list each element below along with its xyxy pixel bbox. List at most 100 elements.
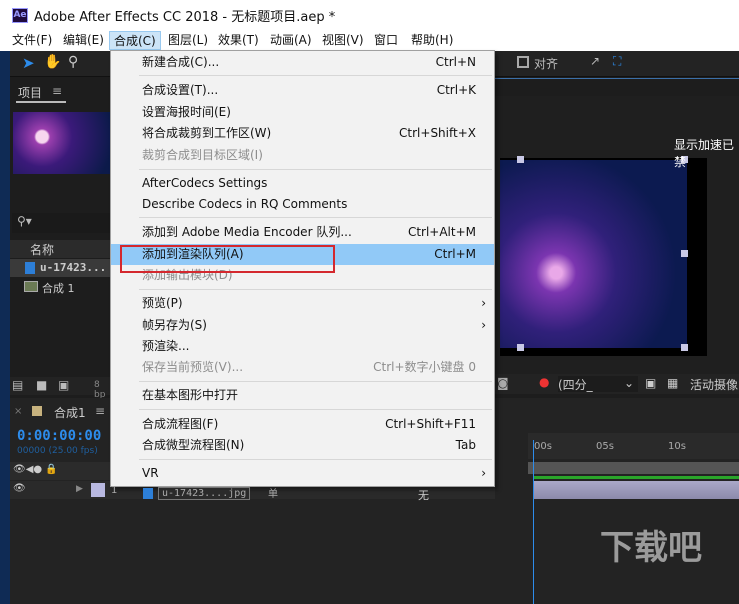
- menu-item-set-poster-time[interactable]: 设置海报时间(E): [111, 102, 494, 123]
- submenu-arrow-icon: ›: [481, 318, 486, 332]
- ruler-tick-label: 05s: [596, 441, 614, 452]
- zoom-tool-icon[interactable]: ⚲: [68, 54, 78, 70]
- eye-icon[interactable]: 👁: [13, 483, 26, 494]
- layer-duration-bar[interactable]: [533, 481, 739, 499]
- title-bar: Ae Adobe After Effects CC 2018 - 无标题项目.a…: [0, 0, 739, 29]
- bit-depth[interactable]: 8 bp: [94, 380, 110, 400]
- menu-separator: [139, 381, 492, 382]
- menu-item-vr[interactable]: VR ›: [111, 463, 494, 484]
- snap-bounds-icon[interactable]: ⛶: [613, 54, 621, 69]
- menu-item-add-to-media-encoder[interactable]: 添加到 Adobe Media Encoder 队列... Ctrl+Alt+M: [111, 222, 494, 243]
- layer-name[interactable]: u-17423....jpg: [158, 487, 251, 500]
- close-tab-icon[interactable]: ×: [14, 406, 22, 417]
- annotation-highlight-box: [120, 245, 335, 273]
- menu-window[interactable]: 窗口: [370, 31, 402, 50]
- menu-edit[interactable]: 编辑(E): [59, 31, 108, 50]
- ruler-tick-label: 00s: [534, 441, 552, 452]
- new-folder-icon[interactable]: ■: [36, 378, 47, 392]
- menu-animation[interactable]: 动画(A): [266, 31, 316, 50]
- composition-image[interactable]: [500, 160, 687, 348]
- menu-help[interactable]: 帮助(H): [407, 31, 457, 50]
- menu-item-open-in-essential-graphics[interactable]: 在基本图形中打开: [111, 385, 494, 406]
- expand-arrow-icon[interactable]: ▶: [76, 484, 83, 494]
- tab-underline: [16, 101, 66, 103]
- menu-separator: [139, 459, 492, 460]
- region-of-interest-icon[interactable]: ▣: [645, 376, 656, 390]
- transparency-grid-icon[interactable]: ▦: [667, 376, 678, 390]
- time-ruler[interactable]: 00s 05s 10s: [528, 433, 739, 459]
- menu-item-save-current-preview: 保存当前预览(V)... Ctrl+数字小键盘 0: [142, 360, 476, 374]
- comp-color-label: [32, 406, 42, 416]
- layer-switches-header: 👁◀● 🔒: [10, 462, 110, 480]
- menu-separator: [139, 217, 492, 218]
- render-cache-bar: [533, 476, 739, 479]
- watermark-logo: 下载吧: [600, 528, 702, 568]
- transform-handle[interactable]: [681, 344, 688, 351]
- interpret-footage-icon[interactable]: ▤: [12, 378, 23, 392]
- search-icon: ⚲▾: [17, 214, 32, 228]
- snap-label: 对齐: [534, 57, 559, 71]
- playhead[interactable]: [533, 440, 534, 604]
- column-header[interactable]: 名称: [10, 240, 110, 258]
- project-item-comp[interactable]: 合成 1: [42, 280, 75, 296]
- selection-tool-icon[interactable]: ➤: [22, 54, 35, 72]
- project-search-input[interactable]: ⚲▾: [12, 213, 110, 233]
- menu-item-aftercodecs-settings[interactable]: AfterCodecs Settings: [111, 173, 494, 194]
- menu-composition[interactable]: 合成(C): [109, 31, 161, 50]
- image-file-icon: [143, 488, 153, 499]
- visibility-audio-solo-lock-icons[interactable]: 👁◀● 🔒: [13, 464, 58, 475]
- panel-menu-icon[interactable]: ≡: [52, 84, 62, 98]
- menu-item-composition-mini-flowchart[interactable]: 合成微型流程图(N) Tab: [111, 435, 494, 456]
- desktop-edge: [0, 51, 10, 604]
- menu-file[interactable]: 文件(F): [8, 31, 56, 50]
- menu-bar: 文件(F) 编辑(E) 合成(C) 图层(L) 效果(T) 动画(A) 视图(V…: [0, 29, 739, 51]
- tab-project[interactable]: 项目: [18, 84, 42, 101]
- frame-rate: 00000 (25.00 fps): [17, 446, 98, 456]
- ruler-tick-label: 10s: [668, 441, 686, 452]
- menu-item-describe-codecs[interactable]: Describe Codecs in RQ Comments: [111, 194, 494, 215]
- transform-handle[interactable]: [681, 250, 688, 257]
- gpu-notice: 显示加速已禁: [674, 138, 735, 169]
- menu-item-crop-to-region: 裁剪合成到目标区域(I): [142, 148, 263, 162]
- project-item-image[interactable]: u-17423...: [40, 261, 106, 274]
- composition-icon: [24, 281, 38, 292]
- window-title: Adobe After Effects CC 2018 - 无标题项目.aep …: [34, 10, 336, 25]
- camera-dropdown[interactable]: 活动摄像: [690, 376, 738, 393]
- channel-icon[interactable]: ●: [539, 375, 549, 389]
- resolution-dropdown[interactable]: (四分_ ⌄: [558, 376, 638, 392]
- viewer-controls: ◙ ● (四分_ ⌄ ▣ ▦ 活动摄像: [495, 374, 739, 394]
- menu-view[interactable]: 视图(V): [318, 31, 368, 50]
- menu-item-composition-settings[interactable]: 合成设置(T)... Ctrl+K: [111, 80, 494, 101]
- image-file-icon: [25, 262, 35, 274]
- transform-handle[interactable]: [517, 156, 524, 163]
- layer-color-label[interactable]: [91, 483, 105, 497]
- menu-effect[interactable]: 效果(T): [214, 31, 263, 50]
- transform-handle[interactable]: [517, 344, 524, 351]
- menu-item-pre-render[interactable]: 预渲染...: [111, 336, 494, 357]
- panel-divider: [495, 78, 739, 79]
- new-composition-icon[interactable]: ▣: [58, 378, 69, 392]
- snap-arrow-icon[interactable]: ↗: [590, 54, 600, 68]
- menu-item-save-frame-as[interactable]: 帧另存为(S) ›: [111, 315, 494, 336]
- menu-separator: [139, 409, 492, 410]
- project-thumbnail: [13, 112, 110, 174]
- parent-dropdown[interactable]: 无: [418, 487, 429, 503]
- menu-separator: [139, 289, 492, 290]
- submenu-arrow-icon: ›: [481, 296, 486, 310]
- menu-item-new-composition[interactable]: 新建合成(C)... Ctrl+N: [111, 52, 494, 73]
- snap-checkbox[interactable]: [517, 56, 529, 68]
- work-area-bar[interactable]: [528, 462, 739, 474]
- snapshot-icon[interactable]: ◙: [497, 376, 509, 390]
- menu-item-composition-flowchart[interactable]: 合成流程图(F) Ctrl+Shift+F11: [111, 414, 494, 435]
- layer-switch-mode[interactable]: 单: [268, 485, 278, 500]
- menu-item-preview[interactable]: 预览(P) ›: [111, 293, 494, 314]
- after-effects-app-icon: Ae: [12, 8, 28, 23]
- current-timecode[interactable]: 0:00:00:00: [17, 428, 101, 444]
- menu-item-trim-to-work-area[interactable]: 将合成裁剪到工作区(W) Ctrl+Shift+X: [111, 123, 494, 144]
- panel-menu-icon[interactable]: ≡: [95, 404, 105, 418]
- hand-tool-icon[interactable]: ✋: [44, 54, 61, 70]
- menu-layer[interactable]: 图层(L): [164, 31, 212, 50]
- submenu-arrow-icon: ›: [481, 466, 486, 480]
- project-footer: ▤ ■ ▣ 8 bp: [10, 377, 110, 400]
- tab-composition-1[interactable]: 合成1: [54, 404, 86, 421]
